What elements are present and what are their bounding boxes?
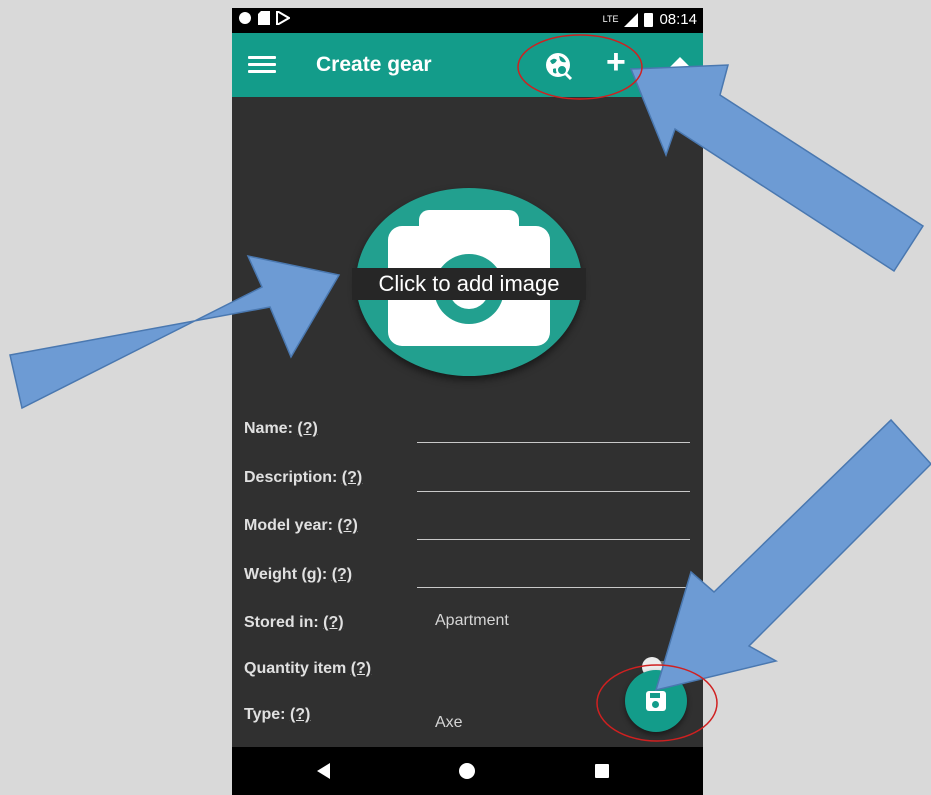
name-help-link[interactable]: (?): [297, 420, 317, 437]
model-year-label: Model year:: [244, 517, 333, 534]
description-label: Description:: [244, 469, 338, 486]
quantity-label: Quantity item: [244, 660, 347, 677]
status-right-icons: LTE 08:14: [603, 11, 697, 28]
stored-in-value: Apartment: [435, 612, 509, 629]
globe-search-icon[interactable]: [544, 51, 574, 81]
stored-in-help-link[interactable]: (?): [323, 614, 343, 631]
signal-icon: [624, 12, 639, 27]
stored-in-dropdown[interactable]: Apartment: [435, 612, 691, 636]
recents-icon[interactable]: [595, 764, 609, 778]
phone-screen: LTE 08:14 Create gear + Click to add ima…: [232, 8, 703, 795]
home-icon[interactable]: [459, 763, 475, 779]
back-icon[interactable]: [317, 763, 330, 779]
model-year-input[interactable]: [417, 539, 690, 540]
sd-card-icon: [258, 11, 270, 25]
name-input[interactable]: [417, 442, 690, 443]
stored-in-label: Stored in:: [244, 614, 319, 631]
menu-icon[interactable]: [248, 53, 276, 77]
weight-input[interactable]: [417, 587, 690, 588]
type-row: Type: (?): [244, 706, 310, 724]
app-bar: Create gear +: [232, 33, 703, 97]
weight-help-link[interactable]: (?): [332, 566, 352, 583]
description-input[interactable]: [417, 491, 690, 492]
type-help-link[interactable]: (?): [290, 706, 310, 723]
weight-label: Weight (g):: [244, 566, 328, 583]
page-title: Create gear: [316, 53, 432, 76]
save-button[interactable]: [625, 670, 687, 732]
stored-in-row: Stored in: (?): [244, 614, 344, 632]
lte-indicator: LTE: [602, 14, 619, 24]
name-row: Name: (?): [244, 420, 318, 438]
model-year-help-link[interactable]: (?): [337, 517, 357, 534]
type-label: Type:: [244, 706, 286, 723]
add-image-caption[interactable]: Click to add image: [352, 268, 586, 300]
name-label: Name:: [244, 420, 293, 437]
navigation-bar: [232, 747, 703, 795]
status-time: 08:14: [659, 11, 697, 28]
model-year-row: Model year: (?): [244, 517, 358, 535]
battery-icon: [644, 13, 654, 27]
status-left-icons: [238, 11, 290, 25]
quantity-help-link[interactable]: (?): [351, 660, 371, 677]
play-store-icon: [276, 11, 290, 25]
quantity-row: Quantity item (?): [244, 660, 371, 678]
description-row: Description: (?): [244, 469, 362, 487]
description-help-link[interactable]: (?): [342, 469, 362, 486]
collapse-up-icon[interactable]: [668, 57, 692, 69]
notification-dot-icon: [239, 12, 251, 24]
weight-row: Weight (g): (?): [244, 566, 352, 584]
type-value[interactable]: Axe: [435, 714, 463, 732]
status-bar: LTE 08:14: [232, 8, 703, 33]
save-icon: [646, 691, 666, 711]
add-icon[interactable]: +: [606, 45, 626, 79]
dropdown-arrow-icon: [681, 620, 691, 625]
